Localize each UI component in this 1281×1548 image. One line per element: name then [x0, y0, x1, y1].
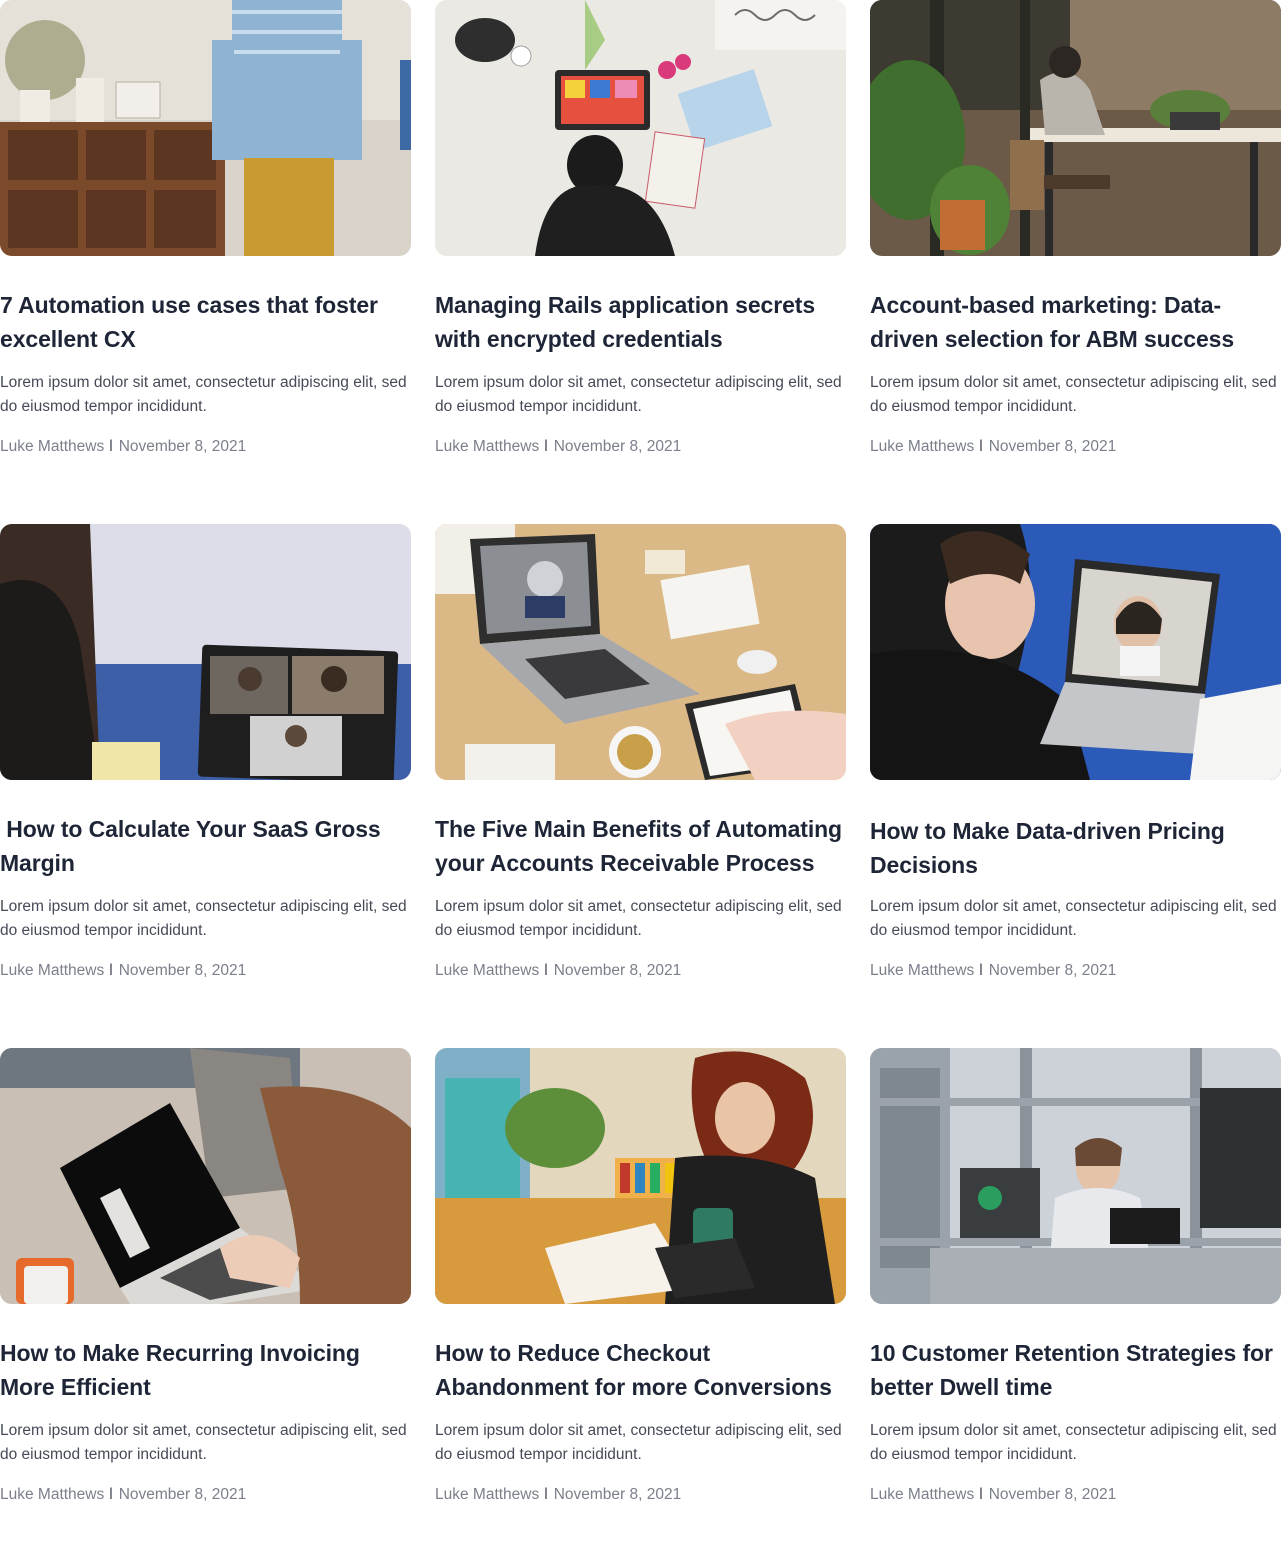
blog-card[interactable]: How to Make Data-driven Pricing Decision… — [870, 524, 1281, 1024]
post-excerpt: Lorem ipsum dolor sit amet, consectetur … — [0, 1422, 407, 1463]
post-date: November 8, 2021 — [553, 962, 682, 979]
post-image-link[interactable] — [0, 524, 411, 780]
post-image-link[interactable] — [435, 1048, 846, 1304]
post-meta: Luke Matthews l November 8, 2021 — [0, 961, 411, 981]
woman-working-at-table-plants-image — [870, 0, 1281, 256]
meta-separator: l — [979, 438, 983, 455]
blog-card[interactable]: Managing Rails application secrets with … — [435, 0, 846, 500]
blog-post-grid: 7 Automation use cases that foster excel… — [0, 0, 1281, 1508]
blog-card[interactable]: How to Calculate Your SaaS Gross Margin … — [0, 524, 411, 1024]
post-image-link[interactable] — [870, 524, 1281, 780]
post-date: November 8, 2021 — [553, 438, 682, 455]
post-image-link[interactable] — [435, 0, 846, 256]
post-excerpt: Lorem ipsum dolor sit amet, consectetur … — [870, 1422, 1277, 1463]
post-title[interactable]: How to Make Recurring Invoicing More Eff… — [0, 1336, 411, 1404]
post-meta: Luke Matthews l November 8, 2021 — [435, 961, 846, 981]
woman-typing-laptop-image — [0, 1048, 411, 1304]
woman-writing-with-mug-image — [435, 1048, 846, 1304]
post-title[interactable]: 7 Automation use cases that foster excel… — [0, 288, 411, 356]
woman-video-call-earbuds-image — [870, 524, 1281, 780]
post-excerpt: Lorem ipsum dolor sit amet, consectetur … — [870, 898, 1277, 939]
post-date: November 8, 2021 — [988, 962, 1117, 979]
post-date: November 8, 2021 — [553, 1486, 682, 1503]
post-excerpt: Lorem ipsum dolor sit amet, consectetur … — [0, 374, 407, 415]
meta-separator: l — [544, 962, 548, 979]
laptop-video-call-desk-image — [435, 524, 846, 780]
post-meta: Luke Matthews l November 8, 2021 — [0, 1485, 411, 1505]
post-date: November 8, 2021 — [118, 962, 247, 979]
post-author[interactable]: Luke Matthews — [0, 962, 104, 979]
post-date: November 8, 2021 — [988, 438, 1117, 455]
post-title[interactable]: How to Make Data-driven Pricing Decision… — [870, 814, 1281, 882]
post-title[interactable]: 10 Customer Retention Strategies for bet… — [870, 1336, 1281, 1404]
post-date: November 8, 2021 — [118, 1486, 247, 1503]
post-excerpt: Lorem ipsum dolor sit amet, consectetur … — [0, 898, 407, 939]
post-date: November 8, 2021 — [118, 438, 247, 455]
post-date: November 8, 2021 — [988, 1486, 1117, 1503]
blog-card[interactable]: Account-based marketing: Data-driven sel… — [870, 0, 1281, 500]
video-call-laptop-image — [0, 524, 411, 780]
post-image-link[interactable] — [0, 0, 411, 256]
post-meta: Luke Matthews l November 8, 2021 — [0, 437, 411, 457]
person-standing-by-shelf-image — [0, 0, 411, 256]
post-title[interactable]: The Five Main Benefits of Automating you… — [435, 812, 846, 880]
post-title[interactable]: How to Calculate Your SaaS Gross Margin — [0, 812, 411, 880]
post-title[interactable]: Managing Rails application secrets with … — [435, 288, 846, 356]
meta-separator: l — [109, 962, 113, 979]
post-author[interactable]: Luke Matthews — [870, 962, 974, 979]
post-image-link[interactable] — [0, 1048, 411, 1304]
designer-desk-top-view-image — [435, 0, 846, 256]
meta-separator: l — [979, 1486, 983, 1503]
post-excerpt: Lorem ipsum dolor sit amet, consectetur … — [870, 374, 1277, 415]
post-excerpt: Lorem ipsum dolor sit amet, consectetur … — [435, 1422, 842, 1463]
meta-separator: l — [109, 438, 113, 455]
post-image-link[interactable] — [435, 524, 846, 780]
meta-separator: l — [544, 1486, 548, 1503]
meta-separator: l — [109, 1486, 113, 1503]
post-excerpt: Lorem ipsum dolor sit amet, consectetur … — [435, 374, 842, 415]
post-author[interactable]: Luke Matthews — [435, 962, 539, 979]
post-meta: Luke Matthews l November 8, 2021 — [870, 437, 1281, 457]
blog-card[interactable]: 7 Automation use cases that foster excel… — [0, 0, 411, 500]
post-title[interactable]: How to Reduce Checkout Abandonment for m… — [435, 1336, 846, 1404]
post-image-link[interactable] — [870, 0, 1281, 256]
post-author[interactable]: Luke Matthews — [870, 438, 974, 455]
blog-card[interactable]: The Five Main Benefits of Automating you… — [435, 524, 846, 1024]
blog-card[interactable]: How to Reduce Checkout Abandonment for m… — [435, 1048, 846, 1548]
post-meta: Luke Matthews l November 8, 2021 — [435, 1485, 846, 1505]
post-author[interactable]: Luke Matthews — [0, 438, 104, 455]
post-meta: Luke Matthews l November 8, 2021 — [870, 1485, 1281, 1505]
post-author[interactable]: Luke Matthews — [435, 1486, 539, 1503]
meta-separator: l — [979, 962, 983, 979]
post-meta: Luke Matthews l November 8, 2021 — [435, 437, 846, 457]
post-author[interactable]: Luke Matthews — [0, 1486, 104, 1503]
blog-card[interactable]: How to Make Recurring Invoicing More Eff… — [0, 1048, 411, 1548]
meta-separator: l — [544, 438, 548, 455]
post-title[interactable]: Account-based marketing: Data-driven sel… — [870, 288, 1281, 356]
post-meta: Luke Matthews l November 8, 2021 — [870, 961, 1281, 981]
post-excerpt: Lorem ipsum dolor sit amet, consectetur … — [435, 898, 842, 939]
blog-card[interactable]: 10 Customer Retention Strategies for bet… — [870, 1048, 1281, 1548]
post-author[interactable]: Luke Matthews — [435, 438, 539, 455]
engineer-in-lab-image — [870, 1048, 1281, 1304]
post-author[interactable]: Luke Matthews — [870, 1486, 974, 1503]
post-image-link[interactable] — [870, 1048, 1281, 1304]
